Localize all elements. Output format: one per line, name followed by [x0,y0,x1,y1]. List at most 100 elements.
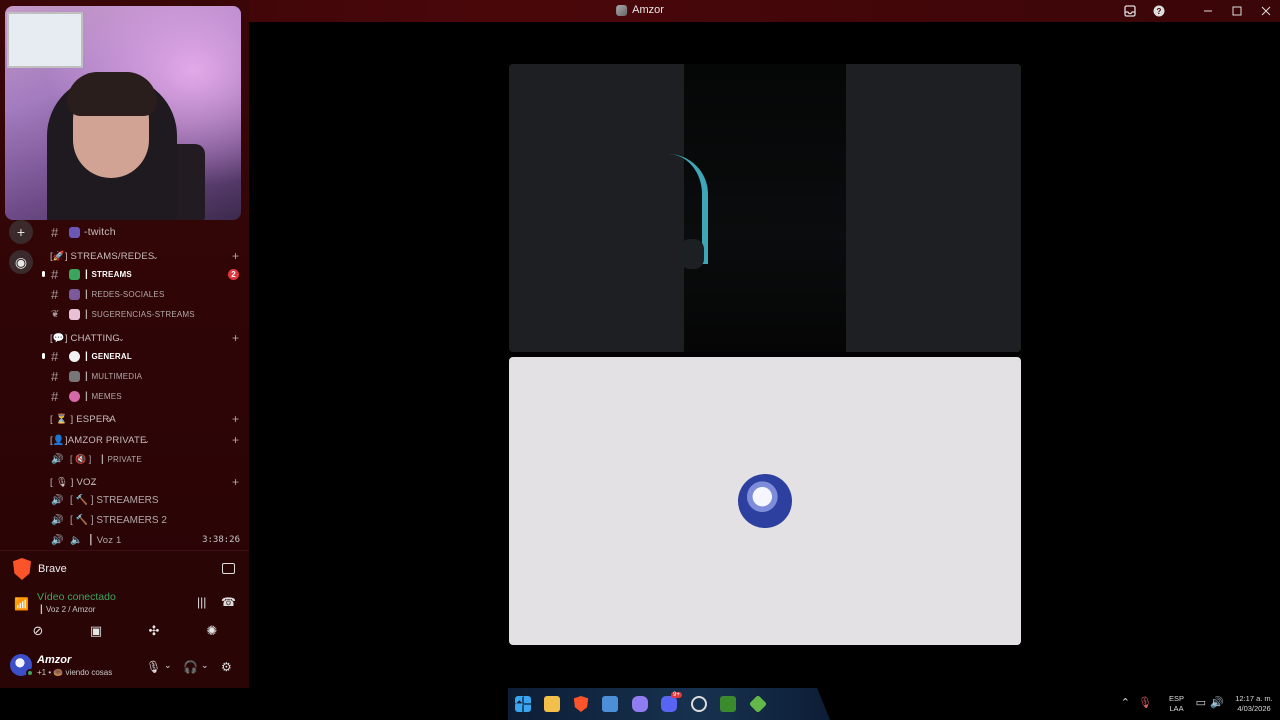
server-rail: + ◉ [0,220,42,550]
window-title: Amzor [616,4,664,16]
add-channel-icon[interactable]: + [232,475,239,489]
channel-label: ┃ SUGERENCIAS-STREAMS [84,309,195,319]
chevron-down-icon[interactable]: ⌄ [201,660,209,671]
share-screen-icon[interactable]: ▣ [88,623,104,639]
camera-off-icon[interactable]: ⊘ [30,623,46,639]
file-explorer-icon[interactable] [544,696,560,712]
discord-icon[interactable] [661,696,677,712]
store-icon[interactable] [602,696,618,712]
category-label: [🚀] STREAMS/REDES [50,250,155,262]
stream-source-row[interactable]: Brave [0,555,249,581]
webcam-preview[interactable] [5,6,241,220]
soundboard-icon[interactable]: ✺ [204,623,220,639]
category-label: [ ⏳ ] ESPERA [50,413,116,425]
text-channel-icon: # [51,286,59,302]
channel-sugerencias[interactable]: ❦ ┃ SUGERENCIAS-STREAMS [42,304,249,324]
call-actions: ⊘ ▣ ✣ ✺ [0,621,249,643]
user-status: +1 • 🍩 viendo cosas [37,668,113,677]
minecraft-launcher-icon[interactable] [748,694,768,714]
channel-streamers-2[interactable]: 🔊 [ 🔨 ] STREAMERS 2 [42,510,249,530]
help-icon[interactable]: ? [1144,0,1173,22]
envelope-emoji-icon [69,308,80,320]
unread-indicator [42,271,45,277]
gear-icon[interactable]: ⚙ [221,660,232,674]
channel-memes[interactable]: # ┃ MEMES [42,386,249,406]
video-tile-stream[interactable] [509,64,1021,352]
category-label: [💬] CHATTING [50,332,120,344]
category-amzor-private[interactable]: [👤]AMZOR PRIVATE ⌄ + [42,430,249,450]
channel-multimedia[interactable]: # ┃ MULTIMEDIA [42,366,249,386]
language-indicator[interactable]: ESP LAA [1169,694,1184,714]
language-code: ESP [1168,694,1184,703]
close-icon[interactable] [1251,0,1280,22]
add-channel-icon[interactable]: + [232,331,239,345]
chevron-down-icon[interactable]: ⌄ [164,660,172,671]
channel-label: [ 🔨 ] STREAMERS [70,494,159,506]
svg-text:?: ? [1156,7,1161,16]
screen-share-icon[interactable] [222,563,235,574]
window-title-text: Amzor [632,4,664,16]
camera-emoji-icon [69,370,80,382]
activities-icon[interactable]: ✣ [146,623,162,639]
channel-twitch[interactable]: # -twitch [42,222,249,242]
clock[interactable]: 12:17 a. m. 4/03/2026 [1229,694,1279,714]
category-streams-redes[interactable]: [🚀] STREAMS/REDES ⌄ + [42,246,249,266]
mention-badge: 2 [228,268,239,280]
inbox-icon[interactable] [1115,0,1144,22]
server-avatar-icon [616,4,628,16]
disconnect-icon[interactable]: ☎ [221,595,236,609]
volume-icon[interactable]: 🔊 [1210,696,1224,709]
maximize-icon[interactable] [1222,0,1251,22]
user-avatar-large [738,474,792,528]
webcam-person-hair [67,72,157,116]
text-channel-icon: # [51,368,59,384]
add-channel-icon[interactable]: + [232,412,239,426]
stream-video [680,64,846,352]
clock-date: 4/03/2026 [1237,704,1271,713]
network-icon[interactable]: ▭ [1196,696,1206,709]
add-server-icon[interactable]: + [9,220,33,244]
keyboard-layout: LAA [1169,704,1184,713]
game-controller-icon[interactable] [632,696,648,712]
voice-active-icon: 🔊 [51,534,64,546]
discover-icon[interactable]: ◉ [9,250,33,274]
locked-voice-icon: 🔊 [51,494,64,506]
channel-streamers[interactable]: 🔊 [ 🔨 ] STREAMERS [42,490,249,510]
stream-video-shadow [680,239,704,269]
add-channel-icon[interactable]: + [232,249,239,263]
minimize-icon[interactable] [1193,0,1222,22]
windows-start-icon[interactable] [515,696,531,712]
category-chatting[interactable]: [💬] CHATTING ⌄ + [42,328,249,348]
headphones-icon[interactable]: 🎧 [183,660,198,674]
chevron-up-icon[interactable]: ⌃ [1121,696,1130,709]
chevron-down-icon: ⌄ [143,435,150,445]
category-espera[interactable]: [ ⏳ ] ESPERA › + [42,409,249,429]
channel-voz-1[interactable]: 🔊 🔈 ┃ Voz 1 3:38:26 [42,530,249,550]
channel-timer: 3:38:26 [202,535,240,545]
category-voz[interactable]: [ 🎙 ] VOZ ⌄ + [42,472,249,492]
add-channel-icon[interactable]: + [232,433,239,447]
microphone-icon[interactable]: 🎙 [146,660,161,674]
channel-label: ┃ REDES-SOCIALES [84,289,165,299]
brave-browser-icon[interactable] [573,696,589,712]
channel-general[interactable]: # ┃ GENERAL [42,346,249,366]
channel-redes-sociales[interactable]: # ┃ REDES-SOCIALES [42,284,249,304]
online-status-icon [26,669,34,677]
steam-icon[interactable] [691,696,707,712]
chevron-down-icon: ⌄ [118,333,125,343]
clock-time: 12:17 a. m. [1235,694,1273,703]
window-controls: ? [1115,0,1280,22]
channel-label: [ 🔨 ] STREAMERS 2 [70,514,167,526]
microphone-tray-icon[interactable]: 🎙 [1138,696,1152,709]
connection-title[interactable]: Vídeo conectado [37,591,116,603]
video-tile-user[interactable] [509,357,1021,645]
username[interactable]: Amzor [37,654,71,666]
discord-notification-badge: 9+ [671,692,682,698]
text-channel-icon: # [51,388,59,404]
green-square-icon [69,268,80,280]
channel-private[interactable]: 🔊 [ 🔇 ] ┃ PRIVATE [42,449,249,469]
noise-suppression-icon[interactable]: ||| [197,595,206,609]
minecraft-icon[interactable] [720,696,736,712]
brave-logo-icon [13,558,31,580]
channel-streams[interactable]: # ┃ STREAMS 2 [42,264,249,284]
